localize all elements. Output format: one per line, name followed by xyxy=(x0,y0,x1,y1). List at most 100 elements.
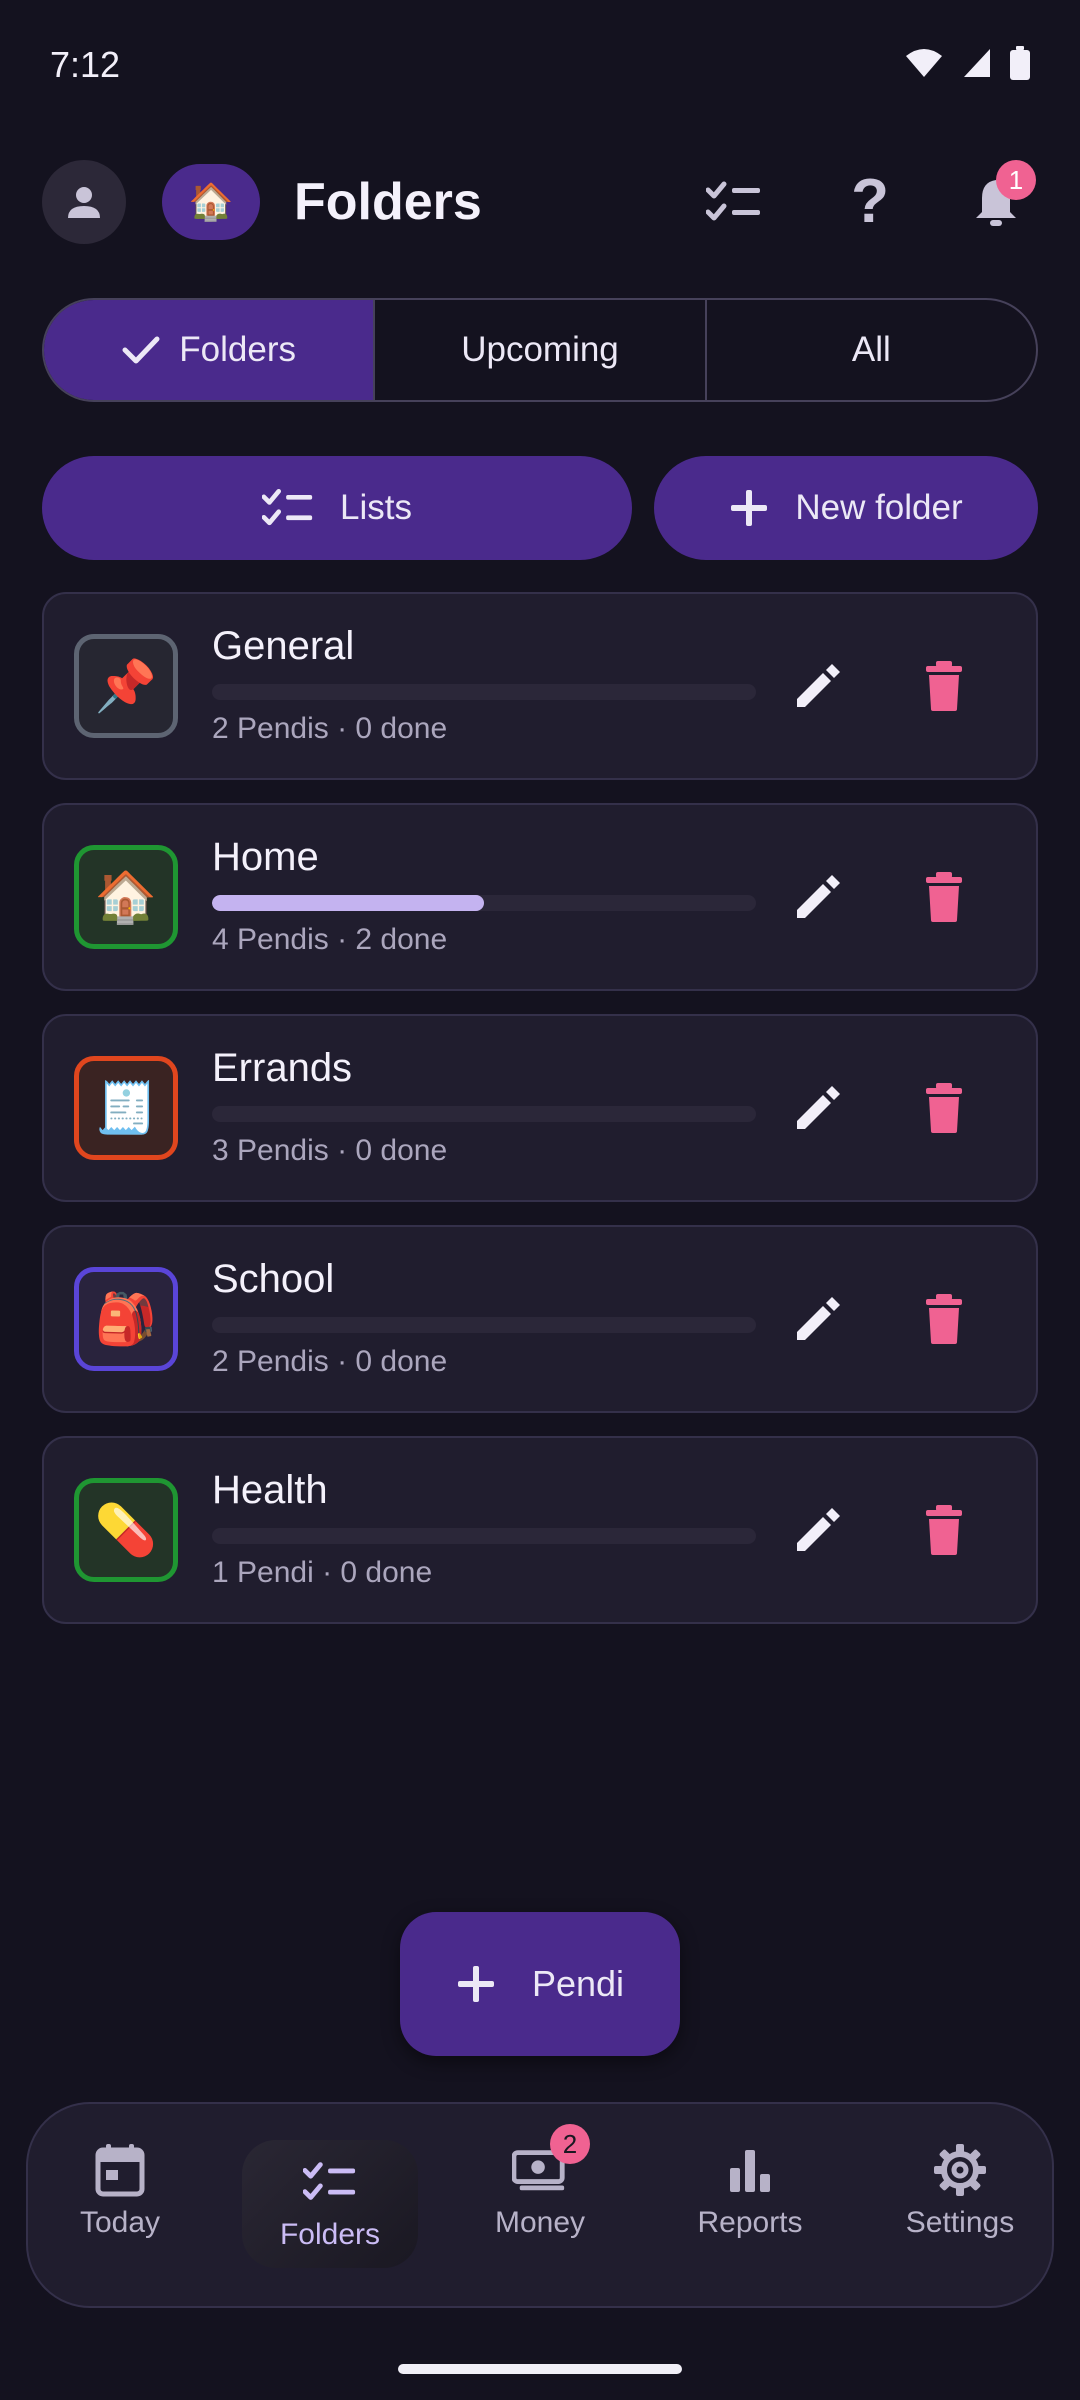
tab-label: Upcoming xyxy=(461,330,619,369)
trash-icon xyxy=(922,1504,966,1561)
nav-label: Money xyxy=(494,2206,586,2239)
lists-label: Lists xyxy=(340,488,412,527)
pencil-icon xyxy=(791,1503,845,1562)
folder-progress-fill xyxy=(212,895,484,911)
folder-emoji: 🎒 xyxy=(94,1290,158,1347)
edit-folder-button[interactable] xyxy=(786,1500,850,1564)
nav-money[interactable]: 2 Money xyxy=(452,2124,628,2270)
tab-upcoming[interactable]: Upcoming xyxy=(373,300,704,400)
delete-folder-button[interactable] xyxy=(912,867,976,931)
add-pendi-fab[interactable]: Pendi xyxy=(400,1912,680,2056)
nav-label: Today xyxy=(79,2206,161,2239)
folder-name: Errands xyxy=(212,1046,353,1090)
checklist-button[interactable] xyxy=(702,170,766,234)
pencil-icon xyxy=(791,1081,845,1140)
folder-emoji-icon: 🏠 xyxy=(74,845,178,949)
tab-folders[interactable]: Folders xyxy=(44,300,374,400)
delete-folder-button[interactable] xyxy=(912,1078,976,1142)
folder-card[interactable]: 📌 General 2 Pendis · 0 done xyxy=(42,592,1038,780)
home-folder-chip[interactable]: 🏠 xyxy=(162,164,260,240)
folder-name: Home xyxy=(212,835,319,879)
folder-emoji-icon: 🎒 xyxy=(74,1267,178,1371)
folder-progress-bar xyxy=(212,1106,756,1122)
folder-card[interactable]: 💊 Health 1 Pendi · 0 done xyxy=(42,1436,1038,1624)
view-segmented-control: Folders Upcoming All xyxy=(42,298,1038,402)
pencil-icon xyxy=(791,659,845,718)
folder-meta: 4 Pendis · 2 done xyxy=(212,923,448,956)
edit-folder-button[interactable] xyxy=(786,1078,850,1142)
folder-meta: 2 Pendis · 0 done xyxy=(212,1345,448,1378)
trash-icon xyxy=(922,660,966,717)
edit-folder-button[interactable] xyxy=(786,1289,850,1353)
trash-icon xyxy=(922,1082,966,1139)
home-indicator xyxy=(398,2364,682,2374)
nav-settings[interactable]: Settings xyxy=(872,2142,1048,2270)
checklist-icon xyxy=(262,488,313,526)
folder-emoji: 📌 xyxy=(94,657,158,714)
profile-avatar[interactable] xyxy=(42,160,126,244)
folder-meta: 2 Pendis · 0 done xyxy=(212,712,448,745)
status-bar: 7:12 xyxy=(0,0,1080,130)
folder-card[interactable]: 🧾 Errands 3 Pendis · 0 done xyxy=(42,1014,1038,1202)
page-title: Folders xyxy=(294,173,482,231)
folder-emoji-icon: 💊 xyxy=(74,1478,178,1582)
gear-icon xyxy=(932,2142,988,2198)
action-row: Lists New folder xyxy=(42,456,1038,560)
nav-label: Reports xyxy=(697,2206,803,2239)
folder-name: General xyxy=(212,624,355,668)
bar-chart-icon xyxy=(722,2142,778,2198)
nav-label: Settings xyxy=(905,2206,1015,2239)
folder-list: 📌 General 2 Pendis · 0 done 🏠 Home 4 Pendis ·… xyxy=(42,592,1038,1647)
person-icon xyxy=(68,187,100,218)
nav-today[interactable]: Today xyxy=(32,2142,208,2270)
house-icon: 🏠 xyxy=(188,181,234,222)
delete-folder-button[interactable] xyxy=(912,1289,976,1353)
edit-folder-button[interactable] xyxy=(786,656,850,720)
money-icon: 2 xyxy=(512,2124,590,2198)
edit-folder-button[interactable] xyxy=(786,867,850,931)
top-app-bar: 🏠 Folders ? 1 xyxy=(0,160,1080,250)
folder-name: School xyxy=(212,1257,335,1301)
plus-icon xyxy=(457,1966,494,2002)
folder-progress-bar xyxy=(212,684,756,700)
pencil-icon xyxy=(791,870,845,929)
fab-label: Pendi xyxy=(531,1963,625,2004)
nav-reports[interactable]: Reports xyxy=(662,2142,838,2270)
folder-emoji-icon: 📌 xyxy=(74,634,178,738)
notifications-button[interactable]: 1 xyxy=(964,160,1036,234)
folder-emoji-icon: 🧾 xyxy=(74,1056,178,1160)
folder-meta: 3 Pendis · 0 done xyxy=(212,1134,448,1167)
folder-meta: 1 Pendi · 0 done xyxy=(212,1556,433,1589)
pencil-icon xyxy=(791,1292,845,1351)
battery-icon xyxy=(1010,46,1030,80)
folder-progress-bar xyxy=(212,1528,756,1544)
status-time: 7:12 xyxy=(50,44,121,85)
folder-card[interactable]: 🎒 School 2 Pendis · 0 done xyxy=(42,1225,1038,1413)
folder-emoji: 🏠 xyxy=(94,868,158,925)
folder-progress-bar xyxy=(212,1317,756,1333)
folder-name: Health xyxy=(212,1468,328,1512)
nav-label: Folders xyxy=(279,2218,381,2251)
checklist-icon xyxy=(302,2154,358,2210)
plus-icon xyxy=(731,490,768,526)
delete-folder-button[interactable] xyxy=(912,1500,976,1564)
app-screen: 7:12 🏠 Folders ? 1 Folders Upcoming All … xyxy=(0,0,1080,2400)
nav-folders[interactable]: Folders xyxy=(242,2140,418,2268)
tab-label: Folders xyxy=(179,330,297,369)
checklist-icon xyxy=(706,181,760,221)
new-folder-button[interactable]: New folder xyxy=(654,456,1038,560)
folder-progress-bar xyxy=(212,895,756,911)
help-button[interactable]: ? xyxy=(838,170,902,234)
tab-label: All xyxy=(851,330,891,369)
lists-button[interactable]: Lists xyxy=(42,456,632,560)
notification-badge: 1 xyxy=(996,160,1036,200)
delete-folder-button[interactable] xyxy=(912,656,976,720)
trash-icon xyxy=(922,1293,966,1350)
signal-icon xyxy=(964,49,990,77)
trash-icon xyxy=(922,871,966,928)
wifi-icon xyxy=(906,49,942,77)
folder-emoji: 💊 xyxy=(94,1501,158,1558)
tab-all[interactable]: All xyxy=(704,300,1036,400)
folder-card[interactable]: 🏠 Home 4 Pendis · 2 done xyxy=(42,803,1038,991)
money-badge: 2 xyxy=(550,2124,590,2164)
